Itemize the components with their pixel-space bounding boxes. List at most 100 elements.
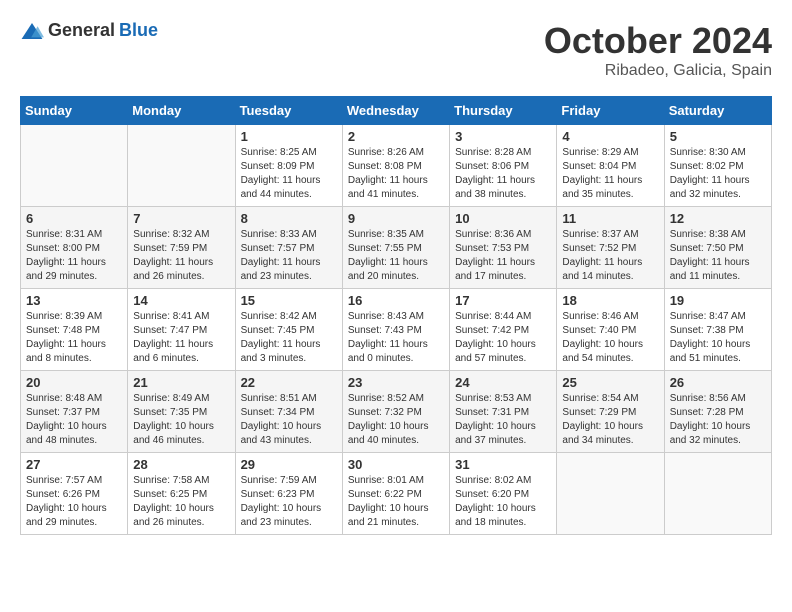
day-number: 26: [670, 375, 766, 390]
week-row-4: 27 Sunrise: 7:57 AM Sunset: 6:26 PM Dayli…: [21, 453, 772, 535]
calendar-cell: 30Sunrise: 8:01 AM Sunset: 6:22 PM Dayli…: [342, 453, 449, 535]
calendar-cell: 23Sunrise: 8:52 AM Sunset: 7:32 PM Dayli…: [342, 371, 449, 453]
day-number: 4: [562, 129, 658, 144]
cell-content: Sunrise: 8:28 AM Sunset: 8:06 PM Dayligh…: [455, 146, 551, 202]
day-header-sunday: Sunday: [21, 97, 128, 125]
day-number: 23: [348, 375, 444, 390]
logo: General Blue: [20, 20, 158, 41]
calendar-cell: [128, 125, 235, 207]
calendar-cell: 19Sunrise: 8:47 AM Sunset: 7:38 PM Dayli…: [664, 289, 771, 371]
calendar-cell: 24Sunrise: 8:53 AM Sunset: 7:31 PM Dayli…: [450, 371, 557, 453]
cell-content: Sunrise: 8:36 AM Sunset: 7:53 PM Dayligh…: [455, 228, 551, 284]
cell-content: Sunrise: 8:02 AM Sunset: 6:20 PM Dayligh…: [455, 474, 551, 530]
header-row: SundayMondayTuesdayWednesdayThursdayFrid…: [21, 97, 772, 125]
cell-content: Sunrise: 8:31 AM Sunset: 8:00 PM Dayligh…: [26, 228, 122, 284]
day-number: 31: [455, 457, 551, 472]
day-number: 8: [241, 211, 337, 226]
week-row-3: 20 Sunrise: 8:48 AM Sunset: 7:37 PM Dayli…: [21, 371, 772, 453]
cell-content: Sunrise: 8:30 AM Sunset: 8:02 PM Dayligh…: [670, 146, 766, 202]
calendar-cell: 15Sunrise: 8:42 AM Sunset: 7:45 PM Dayli…: [235, 289, 342, 371]
day-header-monday: Monday: [128, 97, 235, 125]
day-number: 5: [670, 129, 766, 144]
calendar-cell: 31 Sunrise: 8:02 AM Sunset: 6:20 PM Dayli…: [450, 453, 557, 535]
calendar-subtitle: Ribadeo, Galicia, Spain: [544, 62, 772, 80]
calendar-cell: 7 Sunrise: 8:32 AM Sunset: 7:59 PM Daylig…: [128, 207, 235, 289]
calendar-cell: [21, 125, 128, 207]
calendar-cell: 9Sunrise: 8:35 AM Sunset: 7:55 PM Daylig…: [342, 207, 449, 289]
day-number: 27: [26, 457, 122, 472]
calendar-cell: 16 Sunrise: 8:43 AM Sunset: 7:43 PM Dayli…: [342, 289, 449, 371]
day-number: 28: [133, 457, 229, 472]
cell-content: Sunrise: 8:43 AM Sunset: 7:43 PM Dayligh…: [348, 310, 444, 366]
cell-content: Sunrise: 8:39 AM Sunset: 7:48 PM Dayligh…: [26, 310, 122, 366]
day-number: 22: [241, 375, 337, 390]
calendar-cell: 8 Sunrise: 8:33 AM Sunset: 7:57 PM Daylig…: [235, 207, 342, 289]
cell-content: Sunrise: 8:25 AM Sunset: 8:09 PM Dayligh…: [241, 146, 337, 202]
cell-content: Sunrise: 8:38 AM Sunset: 7:50 PM Dayligh…: [670, 228, 766, 284]
cell-content: Sunrise: 8:26 AM Sunset: 8:08 PM Dayligh…: [348, 146, 444, 202]
calendar-cell: 10 Sunrise: 8:36 AM Sunset: 7:53 PM Dayli…: [450, 207, 557, 289]
day-number: 7: [133, 211, 229, 226]
calendar-cell: 27 Sunrise: 7:57 AM Sunset: 6:26 PM Dayli…: [21, 453, 128, 535]
logo-general: General: [48, 20, 115, 41]
calendar-cell: 17Sunrise: 8:44 AM Sunset: 7:42 PM Dayli…: [450, 289, 557, 371]
day-header-friday: Friday: [557, 97, 664, 125]
cell-content: Sunrise: 8:33 AM Sunset: 7:57 PM Dayligh…: [241, 228, 337, 284]
cell-content: Sunrise: 8:48 AM Sunset: 7:37 PM Dayligh…: [26, 392, 122, 448]
cell-content: Sunrise: 8:54 AM Sunset: 7:29 PM Dayligh…: [562, 392, 658, 448]
day-number: 20: [26, 375, 122, 390]
day-header-saturday: Saturday: [664, 97, 771, 125]
header: General Blue October 2024 Ribadeo, Galic…: [20, 20, 772, 80]
day-number: 2: [348, 129, 444, 144]
calendar-cell: 4 Sunrise: 8:29 AM Sunset: 8:04 PM Daylig…: [557, 125, 664, 207]
calendar-cell: 13Sunrise: 8:39 AM Sunset: 7:48 PM Dayli…: [21, 289, 128, 371]
day-number: 14: [133, 293, 229, 308]
calendar-cell: 2 Sunrise: 8:26 AM Sunset: 8:08 PM Daylig…: [342, 125, 449, 207]
calendar-cell: [664, 453, 771, 535]
cell-content: Sunrise: 7:59 AM Sunset: 6:23 PM Dayligh…: [241, 474, 337, 530]
day-number: 3: [455, 129, 551, 144]
day-number: 21: [133, 375, 229, 390]
calendar-cell: 5 Sunrise: 8:30 AM Sunset: 8:02 PM Daylig…: [664, 125, 771, 207]
cell-content: Sunrise: 8:56 AM Sunset: 7:28 PM Dayligh…: [670, 392, 766, 448]
day-number: 15: [241, 293, 337, 308]
calendar-cell: 21 Sunrise: 8:49 AM Sunset: 7:35 PM Dayli…: [128, 371, 235, 453]
day-number: 30: [348, 457, 444, 472]
cell-content: Sunrise: 8:49 AM Sunset: 7:35 PM Dayligh…: [133, 392, 229, 448]
day-number: 16: [348, 293, 444, 308]
cell-content: Sunrise: 8:29 AM Sunset: 8:04 PM Dayligh…: [562, 146, 658, 202]
calendar-cell: 1 Sunrise: 8:25 AM Sunset: 8:09 PM Daylig…: [235, 125, 342, 207]
calendar-cell: 12 Sunrise: 8:38 AM Sunset: 7:50 PM Dayli…: [664, 207, 771, 289]
cell-content: Sunrise: 8:37 AM Sunset: 7:52 PM Dayligh…: [562, 228, 658, 284]
day-number: 10: [455, 211, 551, 226]
calendar-cell: 18 Sunrise: 8:46 AM Sunset: 7:40 PM Dayli…: [557, 289, 664, 371]
day-number: 18: [562, 293, 658, 308]
cell-content: Sunrise: 7:57 AM Sunset: 6:26 PM Dayligh…: [26, 474, 122, 530]
day-header-wednesday: Wednesday: [342, 97, 449, 125]
day-number: 6: [26, 211, 122, 226]
week-row-0: 1 Sunrise: 8:25 AM Sunset: 8:09 PM Daylig…: [21, 125, 772, 207]
calendar-table: SundayMondayTuesdayWednesdayThursdayFrid…: [20, 96, 772, 535]
calendar-cell: [557, 453, 664, 535]
cell-content: Sunrise: 8:35 AM Sunset: 7:55 PM Dayligh…: [348, 228, 444, 284]
cell-content: Sunrise: 7:58 AM Sunset: 6:25 PM Dayligh…: [133, 474, 229, 530]
calendar-cell: 22Sunrise: 8:51 AM Sunset: 7:34 PM Dayli…: [235, 371, 342, 453]
calendar-cell: 11Sunrise: 8:37 AM Sunset: 7:52 PM Dayli…: [557, 207, 664, 289]
logo-blue: Blue: [119, 20, 158, 41]
calendar-cell: 28 Sunrise: 7:58 AM Sunset: 6:25 PM Dayli…: [128, 453, 235, 535]
day-number: 29: [241, 457, 337, 472]
cell-content: Sunrise: 8:46 AM Sunset: 7:40 PM Dayligh…: [562, 310, 658, 366]
title-area: October 2024 Ribadeo, Galicia, Spain: [544, 20, 772, 80]
day-header-thursday: Thursday: [450, 97, 557, 125]
cell-content: Sunrise: 8:41 AM Sunset: 7:47 PM Dayligh…: [133, 310, 229, 366]
cell-content: Sunrise: 8:32 AM Sunset: 7:59 PM Dayligh…: [133, 228, 229, 284]
day-number: 19: [670, 293, 766, 308]
day-number: 1: [241, 129, 337, 144]
week-row-1: 6 Sunrise: 8:31 AM Sunset: 8:00 PM Daylig…: [21, 207, 772, 289]
calendar-cell: 6 Sunrise: 8:31 AM Sunset: 8:00 PM Daylig…: [21, 207, 128, 289]
calendar-cell: 26 Sunrise: 8:56 AM Sunset: 7:28 PM Dayli…: [664, 371, 771, 453]
calendar-title: October 2024: [544, 20, 772, 62]
calendar-cell: 25Sunrise: 8:54 AM Sunset: 7:29 PM Dayli…: [557, 371, 664, 453]
day-number: 12: [670, 211, 766, 226]
cell-content: Sunrise: 8:53 AM Sunset: 7:31 PM Dayligh…: [455, 392, 551, 448]
